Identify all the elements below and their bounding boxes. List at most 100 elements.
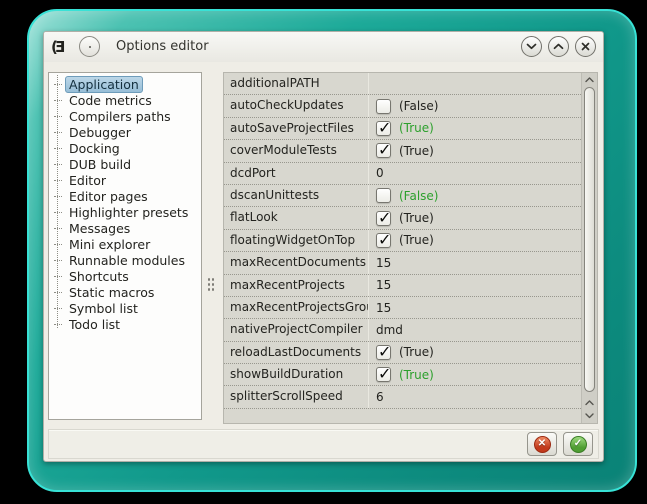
property-name: dcdPort [224, 163, 368, 184]
tree-item[interactable]: Messages [49, 220, 201, 236]
property-row[interactable]: maxRecentProjectsGrou 15 [224, 297, 581, 319]
property-value: 15 [376, 301, 391, 315]
checkbox[interactable] [376, 345, 391, 360]
property-row[interactable]: dcdPort 0 [224, 163, 581, 185]
property-name: floatingWidgetOnTop [224, 230, 368, 251]
tree-item-label: Messages [65, 221, 134, 236]
property-row[interactable]: reloadLastDocuments (True) [224, 342, 581, 364]
tree-branch-line [54, 260, 62, 261]
tree-branch-line [54, 244, 62, 245]
property-row[interactable]: flatLook (True) [224, 207, 581, 229]
tree-branch-line [54, 148, 62, 149]
property-row[interactable]: dscanUnittests (False) [224, 185, 581, 207]
tree-branch-line [54, 100, 62, 101]
tree-item[interactable]: Todo list [49, 316, 201, 332]
checkbox[interactable] [376, 367, 391, 382]
property-name: nativeProjectCompiler [224, 319, 368, 340]
property-row[interactable]: autoSaveProjectFiles (True) [224, 118, 581, 140]
options-tree: Application Code metrics Compilers paths… [49, 73, 201, 332]
property-row[interactable]: splitterScrollSpeed 6 [224, 386, 581, 408]
accept-button[interactable]: ✓ [563, 432, 593, 456]
splitter-grip[interactable] [207, 277, 215, 293]
property-value: (True) [399, 144, 434, 158]
property-rows: additionalPATH autoCheckUpdates (False) … [224, 73, 581, 423]
categories-tree[interactable]: Application Code metrics Compilers paths… [48, 72, 202, 420]
property-value-cell: (True) [368, 118, 581, 139]
cancel-x-icon: ✕ [534, 436, 551, 453]
property-value: 15 [376, 256, 391, 270]
tree-item[interactable]: Shortcuts [49, 268, 201, 284]
property-row[interactable]: additionalPATH [224, 73, 581, 95]
property-value-cell: (False) [368, 95, 581, 116]
property-value-cell: (True) [368, 207, 581, 228]
checkbox[interactable] [376, 121, 391, 136]
checkbox[interactable] [376, 188, 391, 203]
tree-branch-line [54, 116, 62, 117]
tree-item-label: Debugger [65, 125, 135, 140]
tree-branch-line [54, 324, 62, 325]
property-value-cell: 15 [368, 252, 581, 273]
cancel-button[interactable]: ✕ [527, 432, 557, 456]
property-value: dmd [376, 323, 403, 337]
property-value-cell: (True) [368, 140, 581, 161]
tree-branch-line [54, 292, 62, 293]
tree-branch-line [54, 212, 62, 213]
property-name: reloadLastDocuments [224, 342, 368, 363]
tree-item[interactable]: DUB build [49, 156, 201, 172]
tree-item[interactable]: Symbol list [49, 300, 201, 316]
property-value: (True) [399, 345, 434, 359]
tree-item-label: Compilers paths [65, 109, 175, 124]
tree-item-label: DUB build [65, 157, 135, 172]
property-name: maxRecentDocuments [224, 252, 368, 273]
tree-item-label: Shortcuts [65, 269, 133, 284]
tree-item[interactable]: Mini explorer [49, 236, 201, 252]
window-menu-button[interactable] [79, 36, 100, 57]
tree-item[interactable]: Editor pages [49, 188, 201, 204]
tree-item-label: Application [65, 76, 143, 93]
tree-branch-line [54, 84, 62, 85]
property-name: additionalPATH [224, 73, 368, 94]
checkbox[interactable] [376, 211, 391, 226]
property-row[interactable]: showBuildDuration (True) [224, 364, 581, 386]
property-name: autoCheckUpdates [224, 95, 368, 116]
tree-item[interactable]: Editor [49, 172, 201, 188]
checkbox[interactable] [376, 99, 391, 114]
property-value: (True) [399, 211, 434, 225]
close-icon[interactable] [575, 36, 596, 57]
tree-item-label: Todo list [65, 317, 124, 332]
window-title: Options editor [116, 32, 209, 62]
tree-item[interactable]: Runnable modules [49, 252, 201, 268]
scrollbar-thumb[interactable] [584, 87, 595, 392]
tree-item[interactable]: Highlighter presets [49, 204, 201, 220]
property-row[interactable]: maxRecentProjects 15 [224, 275, 581, 297]
scroll-up-icon[interactable] [582, 74, 597, 86]
tree-item[interactable]: Docking [49, 140, 201, 156]
vertical-scrollbar[interactable] [581, 73, 597, 423]
tree-branch-line [54, 180, 62, 181]
property-row[interactable]: coverModuleTests (True) [224, 140, 581, 162]
checkbox[interactable] [376, 233, 391, 248]
tree-item[interactable]: Application [49, 76, 201, 92]
chevron-up-icon[interactable] [548, 36, 569, 57]
property-row[interactable]: nativeProjectCompiler dmd [224, 319, 581, 341]
property-value-cell: dmd [368, 319, 581, 340]
property-value-cell: (True) [368, 342, 581, 363]
property-row[interactable]: maxRecentDocuments 15 [224, 252, 581, 274]
property-value: (False) [399, 99, 439, 113]
tree-item[interactable]: Code metrics [49, 92, 201, 108]
chevron-down-icon[interactable] [521, 36, 542, 57]
property-row[interactable]: autoCheckUpdates (False) [224, 95, 581, 117]
tree-branch-line [54, 164, 62, 165]
checkbox[interactable] [376, 143, 391, 158]
property-row[interactable]: floatingWidgetOnTop (True) [224, 230, 581, 252]
property-value: 0 [376, 166, 384, 180]
tree-item[interactable]: Compilers paths [49, 108, 201, 124]
property-name: maxRecentProjects [224, 275, 368, 296]
scroll-down-icon[interactable] [582, 410, 597, 422]
window-controls [521, 36, 596, 57]
tree-item[interactable]: Static macros [49, 284, 201, 300]
titlebar[interactable]: (Ǝ Options editor [44, 32, 603, 62]
property-name: autoSaveProjectFiles [224, 118, 368, 139]
tree-item[interactable]: Debugger [49, 124, 201, 140]
scroll-up2-icon[interactable] [582, 397, 597, 409]
